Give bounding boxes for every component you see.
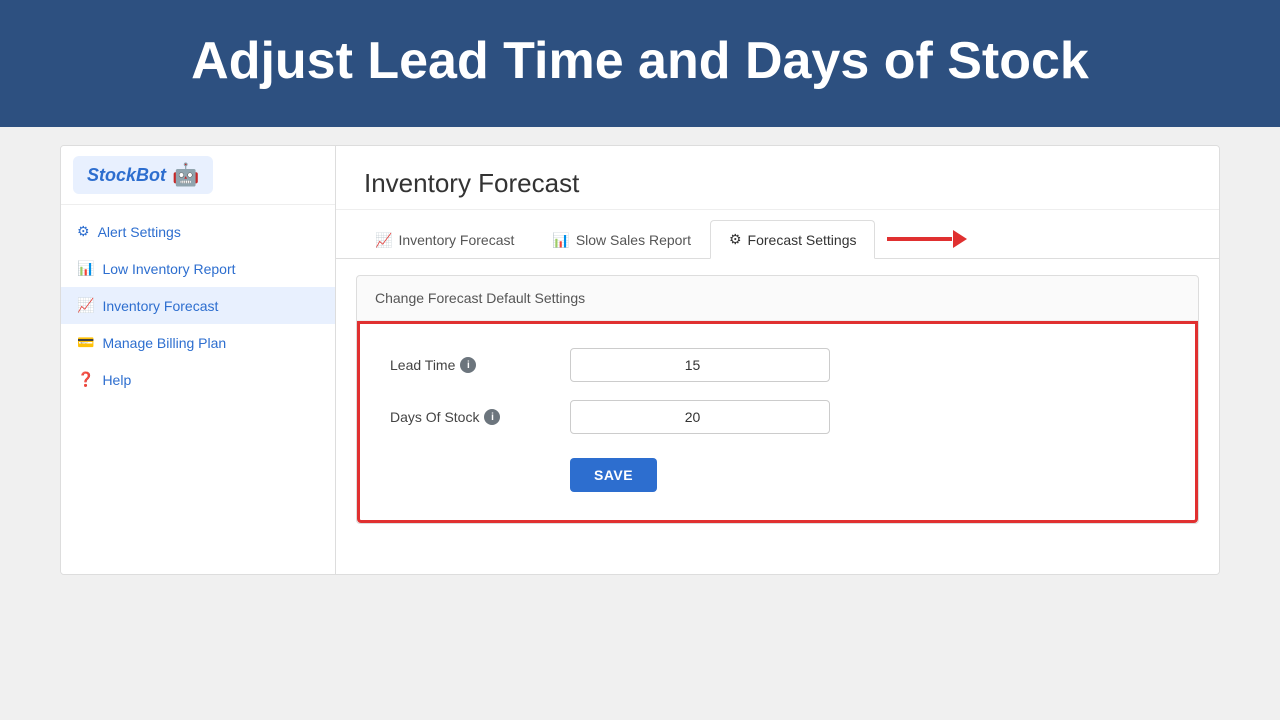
days-of-stock-info-icon[interactable]: i [484,409,500,425]
sidebar-item-label: Low Inventory Report [102,261,235,277]
hero-banner: Adjust Lead Time and Days of Stock [0,0,1280,127]
app-container: StockBot 🤖 ⚙ Alert Settings 📊 Low Invent… [60,145,1220,575]
save-button[interactable]: SAVE [570,458,657,492]
sidebar-item-label: Alert Settings [98,224,181,240]
settings-panel: Change Forecast Default Settings Lead Ti… [356,275,1199,524]
tab-forecast-settings[interactable]: ⚙ Forecast Settings [710,220,876,259]
sidebar-item-alert-settings[interactable]: ⚙ Alert Settings [61,213,335,250]
tab-inventory-forecast[interactable]: 📈 Inventory Forecast [356,221,533,259]
sidebar-item-label: Help [102,372,131,388]
sidebar-item-inventory-forecast[interactable]: 📈 Inventory Forecast [61,287,335,324]
lead-time-label-text: Lead Time [390,357,455,373]
days-of-stock-input[interactable] [570,400,830,434]
logo-box: StockBot 🤖 [73,156,213,194]
settings-form: Lead Time i Days Of Stock i SAVE [357,321,1198,523]
days-of-stock-label: Days Of Stock i [390,409,570,425]
logo-text: StockBot [87,165,166,186]
settings-section-header: Change Forecast Default Settings [357,276,1198,321]
red-arrow-icon [887,231,967,247]
bar-chart-icon: 📊 [77,260,94,277]
page-title: Inventory Forecast [364,168,1191,199]
main-content: Inventory Forecast 📈 Inventory Forecast … [336,146,1219,574]
tab-bar-icon: 📊 [552,232,569,249]
tabs-row: 📈 Inventory Forecast 📊 Slow Sales Report… [336,210,1219,259]
lead-time-row: Lead Time i [390,348,1165,382]
tab-label: Slow Sales Report [576,232,691,248]
sidebar-item-manage-billing-plan[interactable]: 💳 Manage Billing Plan [61,324,335,361]
sidebar-item-help[interactable]: ❓ Help [61,361,335,398]
arrow-indicator [887,231,967,247]
billing-icon: 💳 [77,334,94,351]
settings-section-title: Change Forecast Default Settings [375,290,585,306]
help-icon: ❓ [77,371,94,388]
hero-title: Adjust Lead Time and Days of Stock [191,32,1089,90]
tab-label: Inventory Forecast [398,232,514,248]
page-header: Inventory Forecast [336,146,1219,210]
sidebar: StockBot 🤖 ⚙ Alert Settings 📊 Low Invent… [61,146,336,574]
days-of-stock-label-text: Days Of Stock [390,409,479,425]
lead-time-input[interactable] [570,348,830,382]
sidebar-item-low-inventory-report[interactable]: 📊 Low Inventory Report [61,250,335,287]
line-chart-icon: 📈 [77,297,94,314]
tab-slow-sales-report[interactable]: 📊 Slow Sales Report [533,221,710,259]
sidebar-nav: ⚙ Alert Settings 📊 Low Inventory Report … [61,205,335,406]
logo-icon: 🤖 [172,162,199,188]
tab-label: Forecast Settings [748,232,857,248]
sidebar-item-label: Manage Billing Plan [102,335,226,351]
gear-icon: ⚙ [77,223,90,240]
sidebar-item-label: Inventory Forecast [102,298,218,314]
tab-chart-icon: 📈 [375,232,392,249]
tab-gear-icon: ⚙ [729,231,742,248]
lead-time-info-icon[interactable]: i [460,357,476,373]
days-of-stock-row: Days Of Stock i [390,400,1165,434]
sidebar-logo: StockBot 🤖 [61,146,335,205]
lead-time-label: Lead Time i [390,357,570,373]
